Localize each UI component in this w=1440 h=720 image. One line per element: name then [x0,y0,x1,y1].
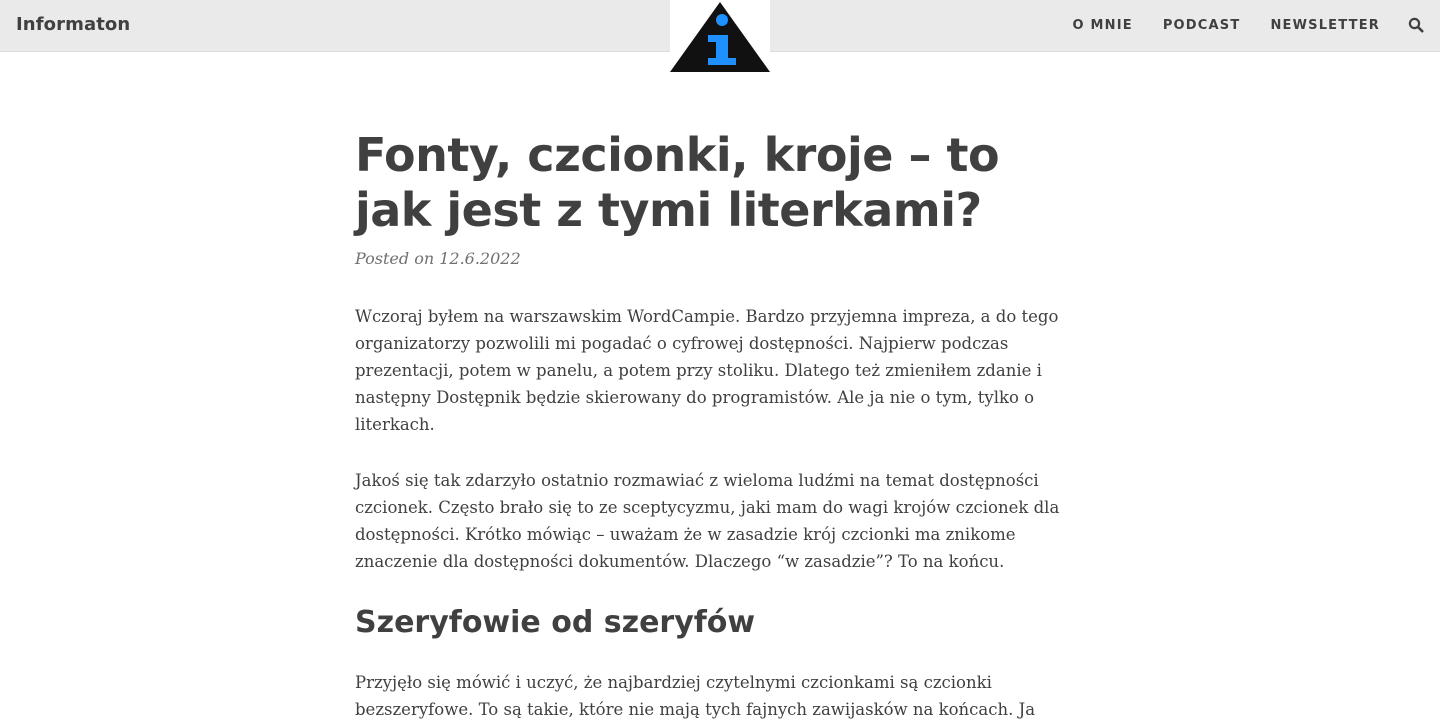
paragraph: Przyjęło się mówić i uczyć, że najbardzi… [355,673,1036,719]
main-nav: O MNIE PODCAST NEWSLETTER [1073,18,1380,33]
paragraph: Jakoś się tak zdarzyło ostatnio rozmawia… [355,471,1060,571]
nav-item-o-mnie[interactable]: O MNIE [1073,18,1133,33]
post-date[interactable]: 12.6.2022 [439,249,520,268]
paragraph: Wczoraj byłem na warszawskim WordCampie.… [355,307,1059,434]
posted-on-label: Posted on [355,249,435,268]
post-meta: Posted on 12.6.2022 [355,249,1065,268]
site-logo[interactable] [670,0,770,74]
section-heading: Szeryfowie od szeryfów [355,605,756,640]
article: Fonty, czcionki, kroje – to jak jest z t… [355,128,1065,720]
information-triangle-logo-icon [670,2,770,72]
nav-item-podcast[interactable]: PODCAST [1163,18,1241,33]
search-icon-graphic [1408,17,1424,33]
post-title: Fonty, czcionki, kroje – to jak jest z t… [355,128,1000,237]
site-title-link[interactable]: Informaton [16,14,130,35]
search-icon[interactable] [1408,17,1424,33]
nav-item-newsletter[interactable]: NEWSLETTER [1270,18,1380,33]
